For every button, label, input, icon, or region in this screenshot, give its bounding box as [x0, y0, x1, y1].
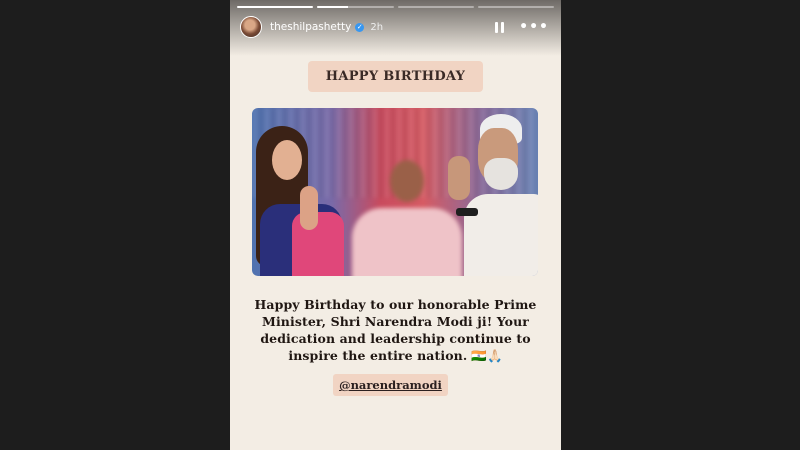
title-badge: HAPPY BIRTHDAY — [308, 61, 483, 92]
verified-badge-icon: ✓ — [355, 22, 365, 32]
more-options-icon[interactable]: ••• — [519, 20, 549, 34]
story-photo — [252, 108, 538, 276]
timestamp: 2h — [370, 21, 384, 33]
mention-text[interactable]: @narendramodi — [339, 378, 442, 392]
avatar[interactable] — [240, 16, 262, 38]
birthday-message: Happy Birthday to our honorable Prime Mi… — [240, 296, 551, 364]
progress-segment — [317, 6, 394, 8]
story-viewer[interactable]: theshilpashetty ✓ 2h ••• HAPPY BIRTHDAY … — [230, 0, 561, 450]
progress-segment — [397, 6, 474, 8]
flag-namaste-emoji: 🇮🇳🙏🏻 — [471, 348, 503, 363]
progress-segment — [237, 6, 314, 8]
story-progress-bar — [237, 6, 554, 8]
progress-segment — [477, 6, 554, 8]
mention-sticker[interactable]: @narendramodi — [333, 374, 448, 396]
username[interactable]: theshilpashetty — [270, 21, 351, 33]
pause-icon[interactable] — [495, 21, 505, 33]
story-header: theshilpashetty ✓ 2h ••• — [240, 16, 549, 38]
